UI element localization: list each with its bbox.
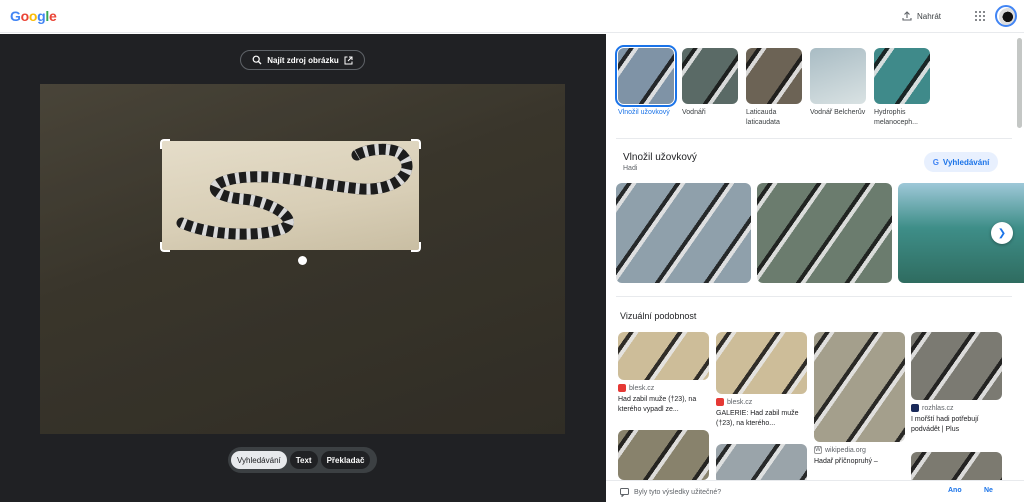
crop-drag-handle[interactable] [298,256,307,265]
scrollbar[interactable] [1017,38,1022,128]
results-panel: Vlnožil užovkový Vodnáři Laticauda latic… [606,34,1024,502]
knowledge-search-button[interactable]: G Vyhledávání [924,152,998,172]
chip-thumbnail [615,45,677,107]
result-title: Had zabil muže (†23), na kterého vypadl … [618,396,697,413]
carousel-next-button[interactable]: ❯ [991,222,1013,244]
result-title: I mořští hadi potřebují podvádět | Plus [911,416,979,433]
result-image [618,332,709,380]
result-source: blesk.cz [727,398,753,406]
feedback-no-button[interactable]: Ne [984,487,993,494]
chevron-right-icon: ❯ [997,227,1007,239]
top-bar: Google Nahrát [0,0,1024,33]
chip-hydrophis[interactable]: Hydrophis melanoceph... [874,48,930,128]
result-source: blesk.cz [629,384,655,392]
blesk-favicon [618,384,626,392]
avatar[interactable] [995,5,1017,27]
chip-label: Vodnáři [682,109,706,116]
external-link-icon [344,56,353,64]
upload-icon [902,11,912,21]
chip-vodnari[interactable]: Vodnáři [682,48,738,128]
feedback-icon [620,488,629,497]
crop-corner-bottom-left[interactable] [160,242,170,252]
image-preview-panel: Najít zdroj obrázku Vyhledávání Text Pře… [0,34,606,502]
chip-thumbnail [874,48,930,104]
chip-vlnozil[interactable]: Vlnožil užovkový [615,45,677,128]
knowledge-subtitle: Hadi [623,165,638,172]
crop-corner-top-right[interactable] [411,139,421,149]
result-source: rozhlas.cz [922,404,954,412]
chip-label: Vodnář Belcherův [810,109,866,116]
mode-search[interactable]: Vyhledávání [231,451,287,469]
mode-text[interactable]: Text [289,451,318,469]
chip-belcher[interactable]: Vodnář Belcherův [810,48,866,128]
apps-grid-icon[interactable] [975,11,985,21]
feedback-question: Byly tyto výsledky užitečné? [634,489,722,496]
google-g-icon: G [932,157,939,167]
result-title: Hadař příčnopruhý – [814,458,878,465]
find-source-label: Najít zdroj obrázku [267,55,339,65]
result-card[interactable]: rozhlas.cz I mořští hadi potřebují podvá… [911,332,1002,435]
result-card[interactable]: blesk.cz GALERIE: Had zabil muže (†23), … [716,332,807,429]
blesk-favicon [716,398,724,406]
rozhlas-favicon [911,404,919,412]
crop-corner-bottom-right[interactable] [411,242,421,252]
feedback-yes-button[interactable]: Ano [948,487,962,494]
mode-translate[interactable]: Překladač [320,451,371,469]
result-image [911,332,1002,400]
wikipedia-icon: W [814,446,822,454]
knowledge-search-label: Vyhledávání [942,157,990,167]
result-title: GALERIE: Had zabil muže (†23), na kteréh… [716,410,799,427]
entity-chips: Vlnožil užovkový Vodnáři Laticauda latic… [615,45,930,128]
chip-laticauda[interactable]: Laticauda laticaudata [746,48,802,128]
result-card[interactable] [618,430,709,480]
knowledge-title: Vlnožil užovkový [623,152,697,163]
knowledge-image[interactable] [616,183,751,283]
result-card[interactable]: Wwikipedia.org Hadař příčnopruhý – [814,332,905,467]
selected-crop-region[interactable] [162,141,419,250]
result-image [814,332,905,442]
result-card[interactable] [716,444,807,484]
result-image [618,430,709,480]
result-source: wikipedia.org [825,446,866,454]
visual-matches-title: Vizuální podobnost [620,311,697,321]
upload-button[interactable]: Nahrát [902,7,941,25]
snake-image [176,143,413,240]
chip-label: Laticauda laticaudata [746,109,780,126]
result-card[interactable]: blesk.cz Had zabil muže (†23), na kteréh… [618,332,709,415]
result-image [716,332,807,394]
upload-label: Nahrát [917,11,942,21]
find-source-button[interactable]: Najít zdroj obrázku [240,50,365,70]
divider [616,138,1012,139]
chip-thumbnail [810,48,866,104]
chip-label: Hydrophis melanoceph... [874,109,918,126]
crop-corner-top-left[interactable] [160,139,170,149]
google-logo[interactable]: Google [10,8,57,24]
result-image [716,444,807,484]
chip-thumbnail [682,48,738,104]
mode-switcher: Vyhledávání Text Překladač [228,447,377,473]
feedback-bar: Byly tyto výsledky užitečné? Ano Ne [606,480,1024,502]
chip-label: Vlnožil užovkový [618,109,670,116]
lens-icon [252,55,262,65]
chip-thumbnail [746,48,802,104]
divider [616,296,1012,297]
knowledge-images [616,183,1024,283]
knowledge-image[interactable] [757,183,892,283]
